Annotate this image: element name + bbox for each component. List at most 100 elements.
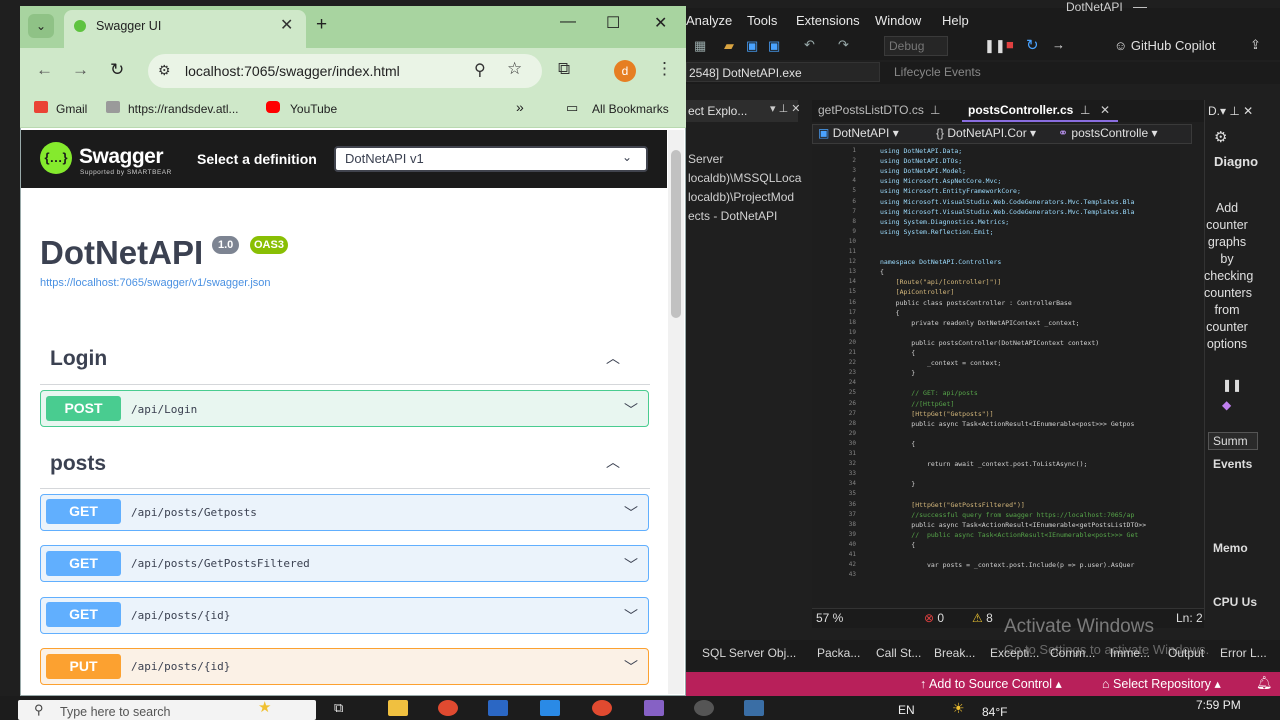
code-line[interactable]: private readonly DotNetAPIContext _conte… [880, 319, 1079, 327]
forward-icon[interactable]: → [72, 60, 89, 80]
swagger-json-link[interactable]: https://localhost:7065/swagger/v1/swagge… [40, 277, 271, 289]
diagnostic-tools-tab[interactable]: D.▾ ⊥ ✕ [1208, 104, 1253, 118]
code-line[interactable]: // GET: api/posts [880, 389, 978, 397]
chevron-up-icon[interactable]: ︿ [606, 452, 620, 472]
new-tab-icon[interactable]: + [316, 14, 327, 36]
tab-package-manager[interactable]: Packa... [817, 646, 860, 660]
project-selector[interactable]: ▣ DotNetAPI ▾ [818, 126, 899, 140]
task-view-icon[interactable]: ⧉ [334, 700, 343, 716]
more-bookmarks-icon[interactable]: » [516, 99, 524, 115]
marker-icon[interactable]: ◆ [1222, 398, 1231, 412]
cpu-section[interactable]: CPU Us [1213, 595, 1257, 609]
settings-icon[interactable]: ⚙ [1214, 128, 1227, 146]
maximize-icon[interactable]: ☐ [606, 13, 620, 33]
pin-icon[interactable]: ▾ ⊥ ✕ [770, 102, 800, 115]
tab-call-stack[interactable]: Call St... [876, 646, 921, 660]
error-count[interactable]: ⊗ 0 [924, 611, 944, 625]
process-dropdown[interactable]: 2548] DotNetAPI.exe [686, 62, 880, 82]
tab-sql-server-object-explorer[interactable]: SQL Server Obj... [702, 646, 796, 660]
editor-tab-getpostslistdto[interactable]: getPostsListDTO.cs [818, 103, 924, 117]
search-highlight-icon[interactable]: ★ [258, 698, 271, 716]
bookmark-youtube[interactable]: YouTube [290, 102, 337, 116]
save-all-icon[interactable]: ▣ [768, 38, 780, 54]
open-folder-icon[interactable]: ▰ [724, 38, 734, 54]
share-icon[interactable]: ⇪ [1250, 37, 1261, 53]
tab-search-button[interactable]: ⌄ [28, 14, 54, 38]
code-line[interactable]: // public async Task<ActionResult<IEnume… [880, 531, 1138, 539]
zoom-icon[interactable]: ⚲ [474, 60, 486, 80]
namespace-selector[interactable]: {} DotNetAPI.Cor ▾ [936, 126, 1036, 140]
menu-analyze[interactable]: Analyze [686, 13, 732, 28]
close-tab-icon[interactable]: ✕ [280, 15, 293, 35]
notifications-bell-icon[interactable]: 🔔︎ [1256, 675, 1273, 691]
language-indicator[interactable]: EN [898, 703, 915, 717]
code-line[interactable]: return await _context.post.ToListAsync()… [880, 460, 1087, 468]
pause-icon[interactable]: ❚❚ [984, 38, 1006, 54]
solution-configuration-dropdown[interactable]: Debug [884, 36, 948, 56]
ssms-icon[interactable] [744, 700, 764, 716]
scrollbar-thumb[interactable] [671, 150, 681, 318]
code-line[interactable]: //successful query from swagger https://… [880, 511, 1134, 519]
pause-icon[interactable]: ❚❚ [1222, 378, 1242, 392]
code-line[interactable]: public postsController(DotNetAPIContext … [880, 339, 1099, 347]
restart-icon[interactable]: ↻ [1026, 36, 1039, 54]
chevron-up-icon[interactable]: ︿ [606, 348, 620, 368]
github-desktop-icon[interactable] [694, 700, 714, 716]
code-line[interactable]: using Microsoft.EntityFrameworkCore; [880, 187, 1021, 195]
chrome-profile-icon[interactable] [592, 700, 612, 716]
code-line[interactable]: { [880, 268, 884, 276]
profile-avatar[interactable]: d [614, 60, 636, 82]
github-copilot-button[interactable]: ☺ GitHub Copilot [1114, 38, 1215, 53]
minimize-icon[interactable]: — [560, 13, 576, 31]
section-title-posts[interactable]: posts [50, 452, 106, 476]
stop-icon[interactable]: ■ [1006, 37, 1014, 52]
bookmark-star-icon[interactable]: ☆ [507, 59, 522, 79]
code-line[interactable]: using DotNetAPI.Model; [880, 167, 966, 175]
code-line[interactable]: { [880, 541, 915, 549]
code-line[interactable]: using Microsoft.VisualStudio.Web.CodeGen… [880, 208, 1134, 216]
chrome-taskbar-icon[interactable] [438, 700, 458, 716]
tab-close-icon[interactable]: ✕ [1100, 103, 1110, 117]
section-title-login[interactable]: Login [50, 347, 107, 371]
file-explorer-icon[interactable] [388, 700, 408, 716]
code-line[interactable]: using DotNetAPI.Data; [880, 147, 962, 155]
select-repository-button[interactable]: ⌂ Select Repository ▴ [1102, 676, 1221, 691]
url-text[interactable]: localhost:7065/swagger/index.html [185, 63, 400, 79]
tab-pin-icon[interactable]: ⊥ [930, 103, 940, 117]
vscode-icon[interactable] [540, 700, 560, 716]
lifecycle-events-button[interactable]: Lifecycle Events [894, 65, 981, 79]
taskbar-clock[interactable]: 7:59 PM [1196, 698, 1241, 712]
grid-icon[interactable]: ▦ [694, 38, 706, 54]
add-to-source-control-button[interactable]: ↑ Add to Source Control ▴ [920, 676, 1062, 691]
code-line[interactable]: [Route("api/[controller]")] [880, 278, 1002, 286]
tab-pin-icon[interactable]: ⊥ [1080, 103, 1090, 117]
save-icon[interactable]: ▣ [746, 38, 758, 54]
code-line[interactable]: using System.Reflection.Emit; [880, 228, 994, 236]
code-line[interactable]: } [880, 480, 915, 488]
events-section[interactable]: Events [1213, 457, 1252, 471]
menu-help[interactable]: Help [942, 13, 969, 28]
tab-error-list[interactable]: Error L... [1220, 646, 1267, 660]
back-icon[interactable]: ← [36, 60, 53, 80]
extensions-icon[interactable]: ⧉ [558, 59, 570, 79]
code-line[interactable]: { [880, 309, 900, 317]
code-line[interactable]: //[HttpGet] [880, 400, 954, 408]
word-icon[interactable] [488, 700, 508, 716]
code-line[interactable]: public async Task<ActionResult<IEnumerab… [880, 521, 1146, 529]
solution-item[interactable]: Server [688, 152, 723, 166]
code-line[interactable]: namespace DotNetAPI.Controllers [880, 258, 1001, 266]
editor-tab-postscontroller[interactable]: postsController.cs [968, 103, 1073, 117]
chevron-down-icon[interactable]: ﹀ [624, 555, 638, 575]
code-line[interactable]: using Microsoft.AspNetCore.Mvc; [880, 177, 1001, 185]
code-line[interactable]: using Microsoft.VisualStudio.Web.CodeGen… [880, 198, 1134, 206]
vs-minimize-icon[interactable]: — [1133, 0, 1147, 14]
site-info-icon[interactable]: ⚙ [158, 62, 171, 79]
code-line[interactable]: public class postsController : Controlle… [880, 299, 1072, 307]
solution-item[interactable]: localdb)\ProjectMod [688, 190, 794, 204]
bookmark-randsdev[interactable]: https://randsdev.atl... [128, 102, 239, 116]
swagger-logo-icon[interactable]: {…} [40, 142, 72, 174]
solution-item[interactable]: ects - DotNetAPI [688, 209, 777, 223]
redo-icon[interactable]: ↷ [838, 37, 849, 53]
chevron-down-icon[interactable]: ﹀ [624, 503, 638, 523]
undo-icon[interactable]: ↶ [804, 37, 815, 53]
